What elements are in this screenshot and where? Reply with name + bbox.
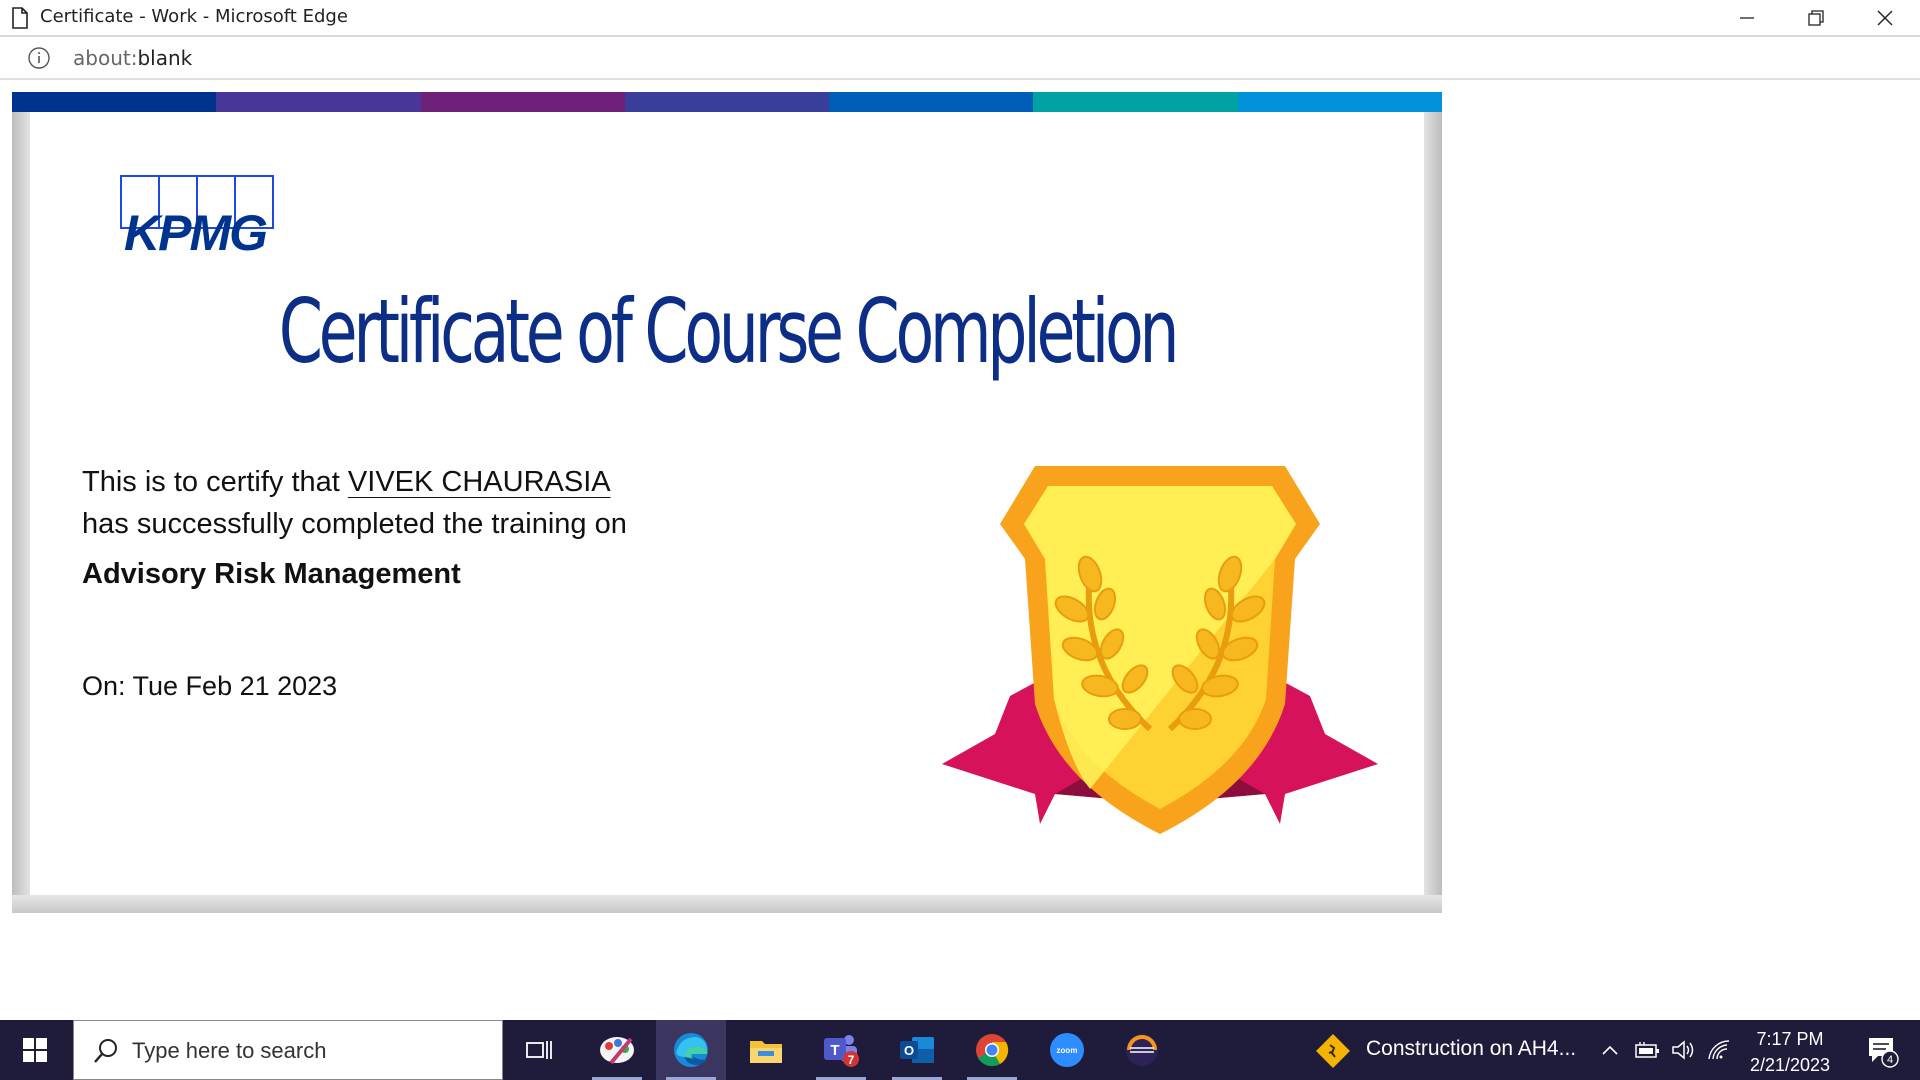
frame-bottom: [12, 895, 1442, 913]
notification-icon: 4: [1869, 1038, 1899, 1068]
completed-line: has successfully completed the training …: [82, 508, 627, 540]
taskbar-chrome[interactable]: [957, 1020, 1027, 1080]
clock-time: 7:17 PM: [1756, 1029, 1824, 1049]
zoom-icon: zoom: [1050, 1033, 1084, 1067]
edge-icon: [674, 1033, 708, 1067]
taskbar-outlook[interactable]: O: [882, 1020, 952, 1080]
taskbar: Type here to search T 7 O zoom Construct…: [0, 1020, 1920, 1080]
wifi-icon: [1708, 1040, 1730, 1060]
kpmg-logo-text: KPMG: [124, 205, 267, 254]
task-view-button[interactable]: [505, 1020, 575, 1080]
volume-tray-button[interactable]: [1668, 1020, 1698, 1080]
notification-count: 4: [1887, 1054, 1893, 1066]
stripe-1: [12, 92, 217, 112]
paint-icon: [600, 1037, 634, 1065]
stripe-2: [216, 92, 421, 112]
traffic-warning-icon: [1316, 1034, 1350, 1068]
clock[interactable]: 7:17 PM 2/21/2023: [1735, 1026, 1845, 1078]
restore-icon: [1808, 9, 1824, 26]
frame-right: [1424, 112, 1442, 913]
notification-center-button[interactable]: 4: [1852, 1020, 1912, 1080]
volume-icon: [1672, 1040, 1694, 1060]
show-hidden-icons-button[interactable]: [1597, 1020, 1623, 1080]
taskbar-search-box[interactable]: Type here to search: [73, 1020, 503, 1080]
stripe-3: [420, 92, 625, 112]
weather-widget[interactable]: Construction on AH4...: [1316, 1020, 1586, 1080]
close-icon: [1877, 10, 1893, 25]
recipient-name: VIVEK CHAURASIA: [347, 466, 611, 498]
close-button[interactable]: [1855, 0, 1915, 35]
power-tray-button[interactable]: [1632, 1020, 1662, 1080]
chevron-up-icon: [1602, 1045, 1618, 1055]
battery-icon: [1635, 1042, 1659, 1058]
search-icon: [94, 1039, 117, 1063]
award-badge-icon: [942, 466, 1378, 834]
url-path: blank: [137, 46, 193, 70]
task-view-icon: [526, 1041, 552, 1059]
chrome-icon: [976, 1034, 1009, 1067]
weather-text: Construction on AH4...: [1366, 1037, 1577, 1060]
title-bar: Certificate - Work - Microsoft Edge: [0, 0, 1920, 37]
address-bar[interactable]: about:blank: [0, 37, 1920, 80]
teams-badge-count: 7: [848, 1053, 855, 1067]
certificate-heading: Certificate of Course Completion: [278, 280, 1180, 383]
eclipse-icon: [1126, 1034, 1158, 1066]
windows-icon: [23, 1038, 47, 1062]
taskbar-eclipse[interactable]: [1107, 1020, 1177, 1080]
start-button[interactable]: [0, 1020, 70, 1080]
url-protocol: about:: [73, 46, 138, 70]
certify-line: This is to certify that VIVEK CHAURASIA: [82, 466, 611, 499]
network-tray-button[interactable]: [1704, 1020, 1734, 1080]
minimize-button[interactable]: [1717, 0, 1777, 35]
stripe-5: [829, 92, 1034, 112]
svg-text:T: T: [830, 1042, 839, 1059]
taskbar-teams[interactable]: T 7: [806, 1020, 876, 1080]
stripe-4: [624, 92, 830, 112]
restore-button[interactable]: [1786, 0, 1846, 35]
page-icon: [12, 7, 28, 29]
outlook-icon: O: [900, 1037, 934, 1063]
window-title: Certificate - Work - Microsoft Edge: [40, 6, 348, 27]
completion-date: On: Tue Feb 21 2023: [82, 671, 338, 701]
info-icon[interactable]: [27, 46, 51, 70]
taskbar-zoom[interactable]: zoom: [1032, 1020, 1102, 1080]
stripe-7: [1237, 92, 1442, 112]
teams-icon: T 7: [824, 1035, 859, 1067]
certificate: KPMG Certificate of Course Completion Th…: [12, 92, 1442, 913]
svg-text:O: O: [904, 1043, 914, 1058]
taskbar-edge[interactable]: [656, 1020, 726, 1080]
frame-left: [12, 112, 30, 913]
color-stripe-bar: [12, 92, 1442, 112]
search-placeholder: Type here to search: [132, 1038, 327, 1063]
minimize-icon: [1740, 16, 1754, 19]
zoom-label: zoom: [1057, 1046, 1078, 1055]
taskbar-file-explorer[interactable]: [731, 1020, 801, 1080]
stripe-6: [1033, 92, 1238, 112]
file-explorer-icon: [750, 1041, 782, 1063]
kpmg-logo: KPMG: [120, 175, 274, 254]
course-name: Advisory Risk Management: [82, 558, 461, 590]
taskbar-paint[interactable]: [582, 1020, 652, 1080]
clock-date: 2/21/2023: [1749, 1055, 1831, 1075]
certify-prefix: This is to certify that: [82, 466, 348, 498]
url-text[interactable]: about:blank: [73, 46, 192, 70]
